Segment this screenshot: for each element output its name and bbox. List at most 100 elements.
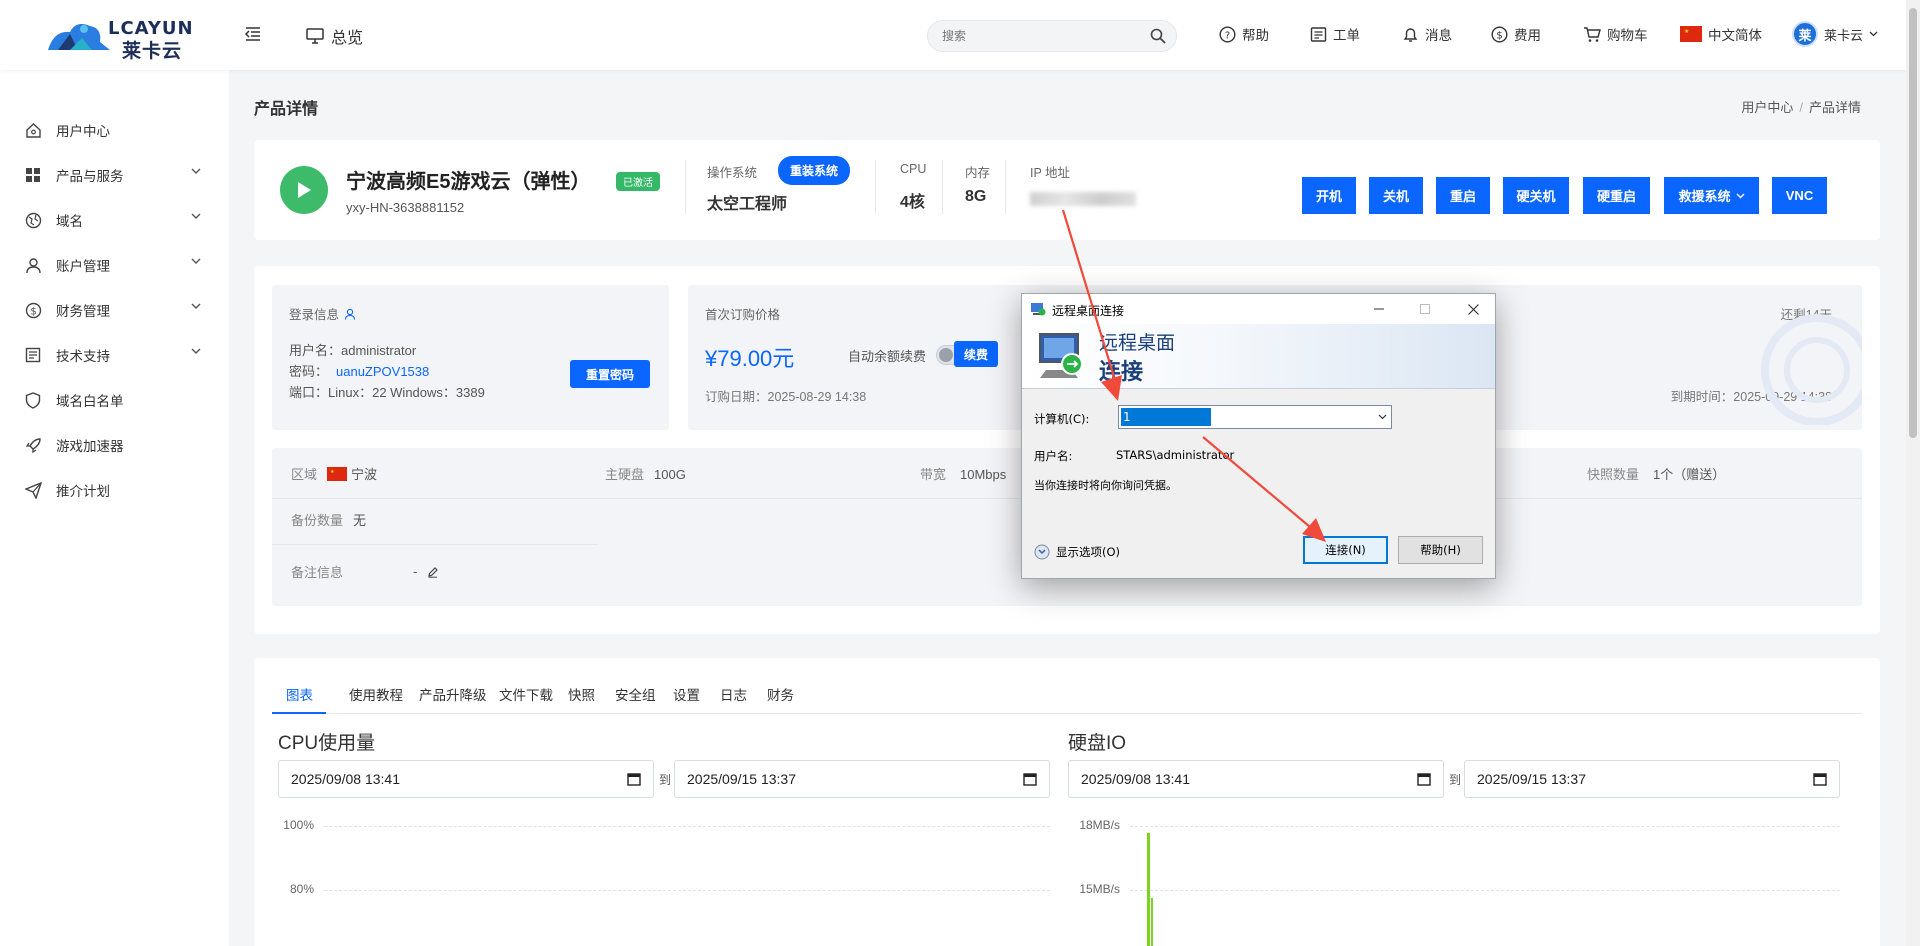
show-options-toggle[interactable]: 显示选项(O) [1034, 544, 1120, 560]
renew-button[interactable]: 续费 [954, 341, 998, 367]
cpu-date-from[interactable]: 2025/09/08 13:41 [278, 760, 654, 798]
tab-finance[interactable]: 财务 [767, 684, 794, 704]
edit-icon[interactable] [427, 566, 439, 578]
cpu-date-to[interactable]: 2025/09/15 13:37 [674, 760, 1050, 798]
tab-security-group[interactable]: 安全组 [615, 684, 656, 704]
billing-label: 费用 [1514, 28, 1541, 43]
computer-value: 1 [1121, 408, 1211, 426]
sidebar-item-label: 游戏加速器 [56, 439, 124, 454]
disk-label: 主硬盘 [605, 467, 645, 482]
cart-icon [1584, 26, 1601, 42]
sidebar-item-game-accelerator[interactable]: 游戏加速器 [24, 432, 209, 458]
page-scrollbar[interactable] [1906, 0, 1920, 946]
billing-link[interactable]: $ 费用 [1491, 24, 1541, 44]
breadcrumb-home[interactable]: 用户中心 [1741, 100, 1793, 115]
search-input[interactable] [942, 21, 1142, 51]
overview-label: 总览 [331, 30, 364, 47]
cpu-chart-title: CPU使用量 [278, 733, 376, 754]
dollar-circle-icon: $ [1491, 25, 1508, 43]
memory-label: 内存 [965, 166, 991, 180]
sidebar-item-support[interactable]: 技术支持 [24, 342, 209, 368]
chevron-down-icon [191, 213, 201, 219]
tab-downloads[interactable]: 文件下载 [499, 684, 553, 704]
login-info-panel: 登录信息 用户名：administrator 密码： uanuZPOV1538 端… [272, 285, 669, 430]
search-icon[interactable] [1150, 28, 1166, 44]
reboot-button[interactable]: 重启 [1436, 177, 1490, 214]
user-menu[interactable]: 莱 莱卡云 [1792, 21, 1878, 47]
power-on-button[interactable]: 开机 [1302, 177, 1356, 214]
chevron-down-icon [191, 168, 201, 174]
disk-date-to[interactable]: 2025/09/15 13:37 [1464, 760, 1840, 798]
ip-label: IP 地址 [1030, 166, 1071, 180]
tab-charts[interactable]: 图表 [286, 684, 313, 704]
hard-shutdown-button[interactable]: 硬关机 [1503, 177, 1569, 214]
menu-collapse-icon[interactable] [244, 25, 262, 43]
computer-icon [1039, 333, 1083, 378]
product-card: 宁波高频E5游戏云（弹性） 已激活 yxy-HN-3638881152 操作系统… [254, 140, 1880, 240]
tab-upgrade[interactable]: 产品升降级 [419, 684, 487, 704]
scrollbar-thumb[interactable] [1909, 8, 1917, 438]
close-button[interactable] [1450, 294, 1496, 324]
logo[interactable]: LCAYUN 莱卡云 [44, 16, 194, 62]
sidebar-item-domain-whitelist[interactable]: 域名白名单 [24, 387, 209, 413]
backup-label: 备份数量 [291, 513, 344, 528]
grid-line [324, 826, 1050, 827]
tab-settings[interactable]: 设置 [673, 684, 700, 704]
maximize-button [1402, 294, 1448, 324]
ticket-link[interactable]: 工单 [1310, 24, 1360, 44]
dollar-icon: $ [25, 302, 41, 318]
sidebar-item-account[interactable]: 账户管理 [24, 252, 209, 278]
dialog-help-button[interactable]: 帮助(H) [1398, 536, 1483, 564]
disk-date-to-value: 2025/09/15 13:37 [1477, 771, 1586, 787]
hard-reboot-button[interactable]: 硬重启 [1583, 177, 1650, 214]
disk-y-tick: 18MB/s [1079, 818, 1120, 832]
sidebar-item-user-center[interactable]: 用户中心 [24, 117, 209, 143]
svg-text:$: $ [30, 306, 36, 317]
sidebar-item-domains[interactable]: 域名 [24, 207, 209, 233]
chevron-down-icon [191, 348, 201, 354]
svg-text:★: ★ [1684, 28, 1689, 35]
grid-line [324, 890, 1050, 891]
power-status-indicator[interactable] [280, 166, 328, 214]
sidebar-item-referral[interactable]: 推介计划 [24, 477, 209, 503]
region-label: 区域 [291, 467, 318, 482]
sidebar-item-products[interactable]: 产品与服务 [24, 162, 209, 188]
tab-tutorial[interactable]: 使用教程 [349, 684, 403, 704]
ticket-icon [1310, 26, 1327, 42]
shutdown-button[interactable]: 关机 [1369, 177, 1423, 214]
rescue-system-dropdown[interactable]: 救援系统 [1664, 177, 1759, 214]
password-value[interactable]: uanuZPOV1538 [336, 364, 429, 379]
tab-snapshot[interactable]: 快照 [568, 684, 595, 704]
login-info-title: 登录信息 [289, 308, 340, 322]
tab-logs[interactable]: 日志 [720, 684, 747, 704]
computer-combo[interactable]: 1 [1118, 405, 1392, 429]
disk-date-from[interactable]: 2025/09/08 13:41 [1068, 760, 1444, 798]
rocket-icon [25, 437, 41, 453]
language-label: 中文简体 [1708, 28, 1762, 43]
vnc-button[interactable]: VNC [1772, 177, 1827, 214]
china-flag-icon: ★ [1680, 26, 1702, 42]
messages-link[interactable]: 消息 [1402, 24, 1452, 44]
reinstall-button[interactable]: 重装系统 [778, 156, 851, 185]
page-title: 产品详情 [254, 101, 319, 118]
first-price-label: 首次订购价格 [705, 308, 781, 322]
cart-link[interactable]: 购物车 [1583, 24, 1648, 44]
help-link[interactable]: ? 帮助 [1219, 24, 1269, 44]
reset-password-button[interactable]: 重置密码 [570, 360, 650, 388]
snapshot-value: 1个（赠送） [1653, 467, 1726, 482]
backup-value: 无 [353, 513, 367, 528]
chevron-down-icon[interactable] [1378, 414, 1387, 420]
language-selector[interactable]: ★ 中文简体 [1680, 24, 1762, 44]
overview-link[interactable]: 总览 [306, 24, 363, 48]
product-id: yxy-HN-3638881152 [346, 200, 465, 215]
minimize-button[interactable] [1356, 294, 1402, 324]
divider [942, 160, 943, 214]
sidebar-item-finance[interactable]: $ 财务管理 [24, 297, 209, 323]
bandwidth-value: 10Mbps [960, 467, 1007, 482]
date-to-label: 到 [659, 773, 672, 787]
remote-desktop-icon [1031, 303, 1046, 316]
connect-button[interactable]: 连接(N) [1303, 536, 1388, 564]
user-name: 莱卡云 [1824, 27, 1864, 43]
cart-label: 购物车 [1607, 28, 1648, 43]
remark-value: - [413, 564, 418, 579]
